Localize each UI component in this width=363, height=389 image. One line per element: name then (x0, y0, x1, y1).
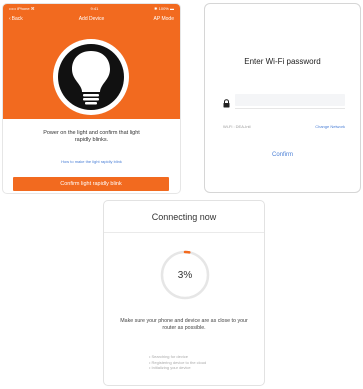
change-network-link[interactable]: Change Network (315, 124, 345, 129)
wifi-title: Enter Wi-Fi password (244, 57, 321, 66)
connection-steps: • Searching for device • Registering dev… (149, 354, 259, 371)
add-device-screen: ••••• iPhone ⌘ 9:41 ✱ 100% ▬ ‹ Back Add … (2, 3, 181, 194)
password-row (223, 94, 345, 108)
nav-bar: ‹ Back Add Device AP Mode (3, 13, 180, 25)
status-time: 9:41 (90, 5, 99, 11)
password-underline (235, 108, 345, 109)
wifi-password-dialog: Enter Wi-Fi password Wi-Fi : DEA-Intl Ch… (204, 3, 361, 193)
confirm-button[interactable]: Confirm (205, 152, 360, 158)
confirm-blink-button[interactable]: Confirm light rapidly blink (13, 177, 169, 191)
status-right: ✱ 100% ▬ (154, 5, 174, 11)
connecting-title: Connecting now (151, 212, 217, 222)
ssid-row: Wi-Fi : DEA-Intl Change Network (223, 124, 345, 129)
ap-mode-button[interactable]: AP Mode (154, 16, 174, 22)
light-bulb-icon (53, 39, 129, 115)
chevron-left-icon: ‹ (9, 16, 11, 22)
lock-icon (223, 95, 230, 113)
divider (104, 232, 264, 233)
step-item: • Initializing your device (149, 365, 191, 370)
password-input[interactable] (235, 94, 345, 106)
status-left: ••••• iPhone ⌘ (9, 5, 35, 11)
connecting-screen: Connecting now 3% Make sure your phone a… (103, 200, 265, 386)
progress-ring: 3% (159, 249, 211, 301)
connecting-description: Make sure your phone and device are as c… (120, 318, 248, 331)
status-bar: ••••• iPhone ⌘ 9:41 ✱ 100% ▬ (3, 4, 180, 12)
back-label: Back (11, 16, 23, 22)
ssid-label: Wi-Fi : DEA-Intl (223, 124, 251, 129)
help-link[interactable]: How to make the light rapidly blink (3, 159, 180, 164)
back-button[interactable]: ‹ Back (9, 16, 23, 22)
instruction-text: Power on the light and confirm that ligh… (43, 130, 140, 143)
progress-percent: 3% (177, 269, 193, 281)
